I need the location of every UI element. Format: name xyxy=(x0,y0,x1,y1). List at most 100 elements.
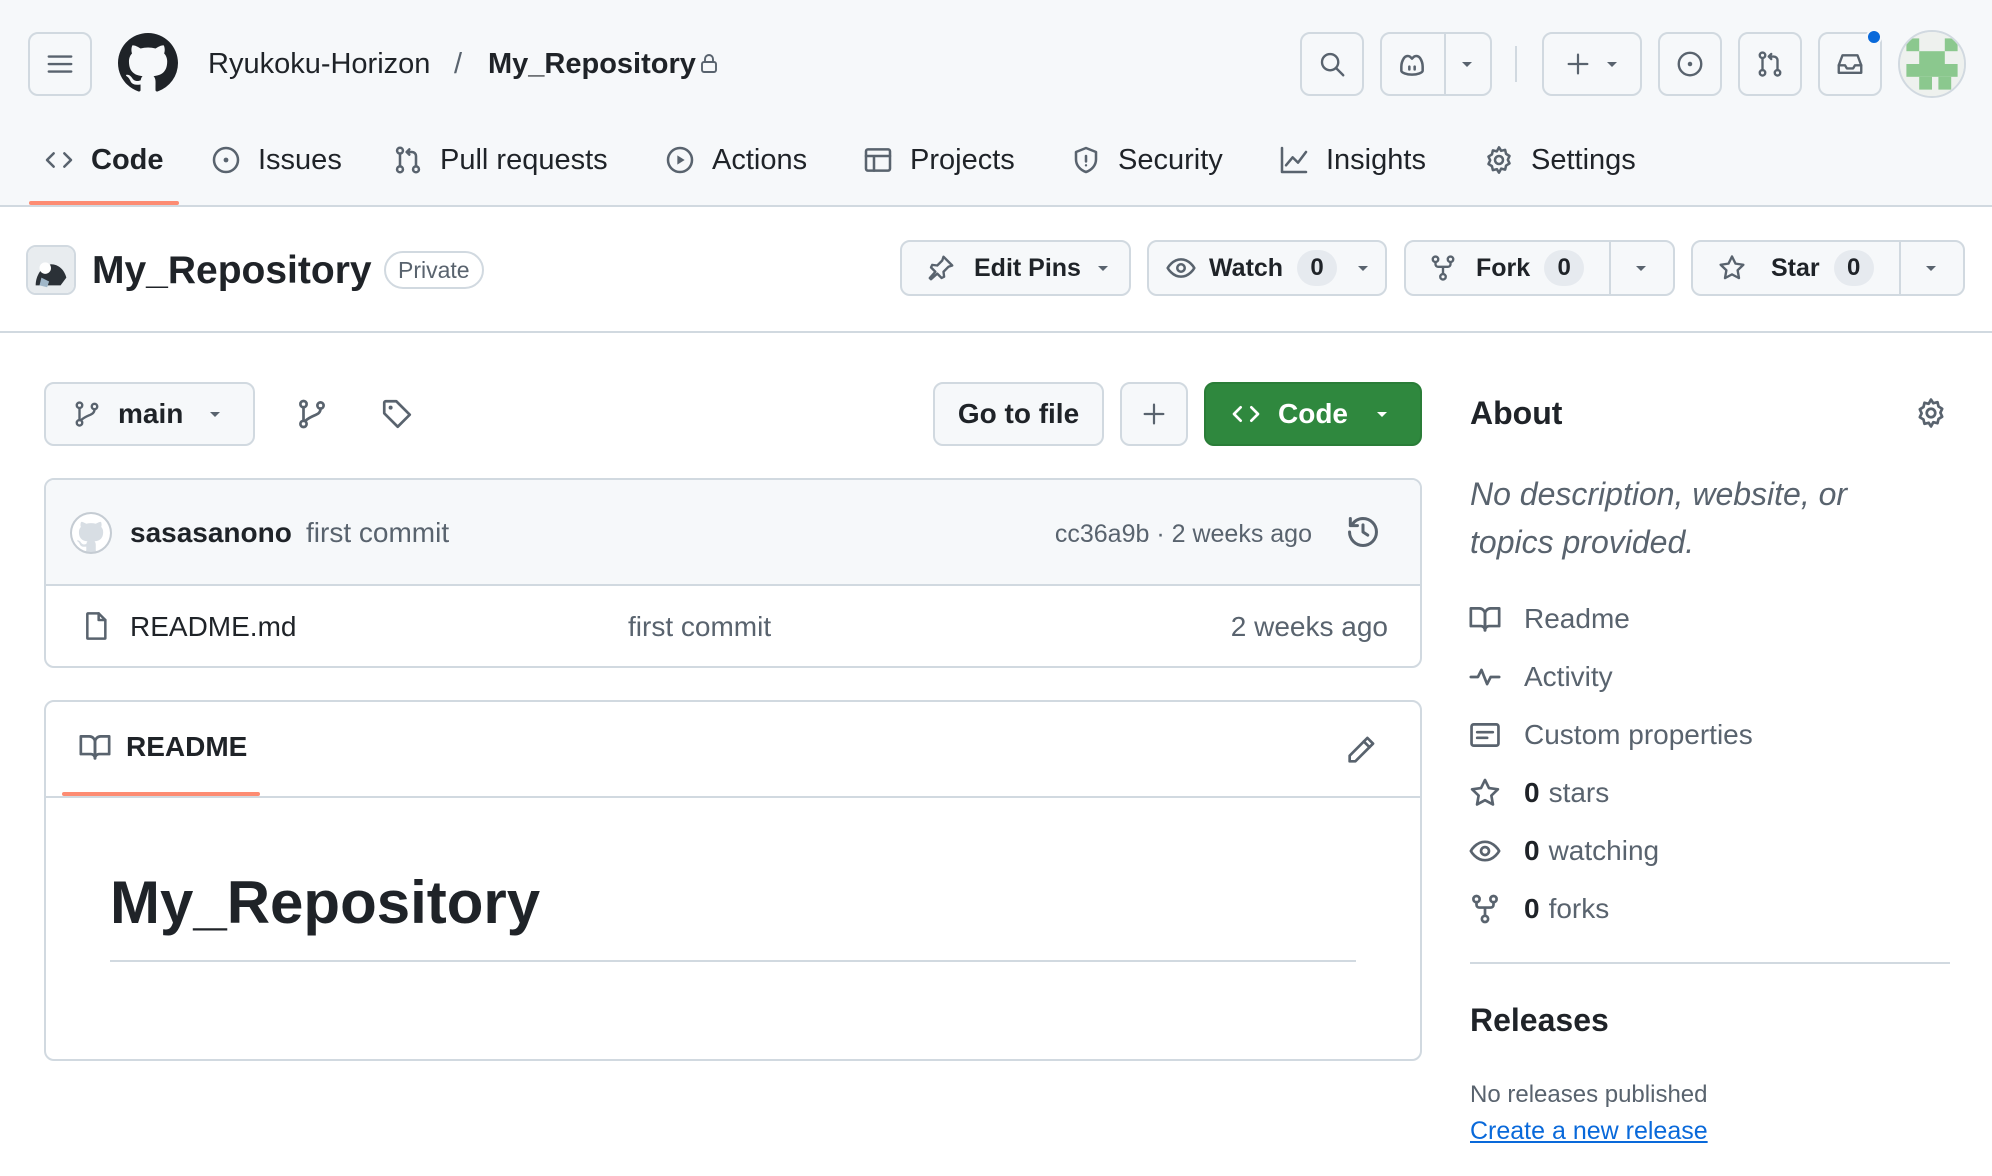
pencil-icon xyxy=(1348,736,1375,763)
commit-meta: cc36a9b · 2 weeks ago xyxy=(1055,518,1312,550)
repo-link[interactable]: My_Repository xyxy=(488,46,696,82)
repo-owner-avatar[interactable] xyxy=(26,245,76,295)
eye-icon xyxy=(1469,840,1501,862)
commit-author[interactable]: sasasanono xyxy=(130,516,292,550)
code-icon xyxy=(1232,406,1260,422)
create-new-button[interactable] xyxy=(1542,32,1642,96)
about-stat-forks[interactable]: 0 forks xyxy=(1468,889,1609,929)
readme-panel: README My_Repository xyxy=(44,700,1422,1061)
tab-actions[interactable]: Actions xyxy=(664,138,807,182)
tab-pull-requests[interactable]: Pull requests xyxy=(392,138,608,182)
selected-tab-indicator xyxy=(29,201,179,205)
readme-heading: My_Repository xyxy=(110,869,541,936)
readme-tab-label: README xyxy=(126,731,248,762)
lock-icon xyxy=(701,54,717,73)
stars-label: stars xyxy=(1548,777,1610,808)
book-icon xyxy=(79,735,111,760)
owner-link[interactable]: Ryukoku-Horizon xyxy=(208,46,430,82)
commit-message[interactable]: first commit xyxy=(306,516,449,550)
readme-tab-indicator xyxy=(62,792,260,796)
sidebar-divider xyxy=(1470,962,1950,964)
branches-link[interactable] xyxy=(295,397,329,431)
watch-count: 0 xyxy=(1297,250,1338,286)
readme-tab[interactable]: README xyxy=(78,730,247,764)
commit-history-button[interactable] xyxy=(1344,513,1382,551)
branch-selector[interactable]: main xyxy=(44,382,255,446)
about-link-label: Readme xyxy=(1524,603,1630,634)
edit-pins-button[interactable]: Edit Pins xyxy=(900,240,1131,296)
commit-author-avatar[interactable] xyxy=(70,512,112,554)
issues-button[interactable] xyxy=(1658,32,1722,96)
add-file-button[interactable] xyxy=(1120,382,1188,446)
tab-label: Code xyxy=(91,143,164,176)
pin-icon xyxy=(928,255,954,281)
repo-title[interactable]: My_Repository xyxy=(92,248,372,294)
search-button[interactable] xyxy=(1300,32,1364,96)
about-link-readme[interactable]: Readme xyxy=(1468,599,1630,639)
watch-button[interactable]: Watch 0 xyxy=(1147,240,1387,296)
about-stat-stars[interactable]: 0 stars xyxy=(1468,773,1609,813)
tab-issues[interactable]: Issues xyxy=(210,138,342,182)
tags-link[interactable] xyxy=(380,397,414,431)
star-button[interactable]: Star 0 xyxy=(1691,240,1965,296)
fork-label: Fork xyxy=(1476,253,1531,282)
file-name[interactable]: README.md xyxy=(130,610,296,644)
tab-insights[interactable]: Insights xyxy=(1278,138,1426,182)
plus-icon xyxy=(1143,403,1165,425)
about-link-label: Custom properties xyxy=(1524,719,1753,750)
triangle-down-icon xyxy=(1358,266,1369,271)
copilot-icon xyxy=(1400,54,1425,76)
triangle-down-icon xyxy=(1097,266,1108,271)
global-header: Ryukoku-Horizon / My_Repository Code Iss… xyxy=(0,0,1992,207)
file-commit-message[interactable]: first commit xyxy=(628,610,771,644)
tab-label: Insights xyxy=(1326,143,1426,176)
edit-pins-label: Edit Pins xyxy=(974,253,1081,282)
file-list: sasasanono first commit cc36a9b · 2 week… xyxy=(44,478,1422,668)
commit-hash[interactable]: cc36a9b xyxy=(1055,520,1150,548)
code-button-label: Code xyxy=(1278,398,1348,429)
tag-icon xyxy=(382,399,412,429)
github-logo[interactable] xyxy=(118,33,178,93)
tab-code[interactable]: Code xyxy=(43,138,164,182)
inbox-icon xyxy=(1837,54,1863,74)
avatar[interactable] xyxy=(1898,30,1966,98)
create-release-link[interactable]: Create a new release xyxy=(1470,1115,1708,1147)
star-icon xyxy=(1470,778,1500,806)
edit-readme-button[interactable] xyxy=(1344,733,1378,767)
commit-meta-separator: · xyxy=(1156,520,1165,548)
watch-label: Watch xyxy=(1209,253,1284,282)
commit-time: 2 weeks ago xyxy=(1171,520,1312,548)
menu-button[interactable] xyxy=(28,32,92,96)
plus-icon xyxy=(1567,53,1589,75)
fork-dropdown[interactable] xyxy=(1609,242,1673,294)
releases-heading[interactable]: Releases xyxy=(1470,1000,1609,1040)
code-dropdown-button[interactable]: Code xyxy=(1204,382,1422,446)
tab-label: Actions xyxy=(712,143,808,176)
book-icon xyxy=(1469,607,1501,632)
about-link-activity[interactable]: Activity xyxy=(1468,657,1613,697)
about-stat-watching[interactable]: 0 watching xyxy=(1468,831,1659,871)
star-dropdown[interactable] xyxy=(1899,242,1963,294)
eye-icon xyxy=(1166,258,1196,278)
file-row[interactable]: README.md first commit 2 weeks ago xyxy=(46,586,1420,666)
about-settings-button[interactable] xyxy=(1914,396,1948,430)
star-icon xyxy=(1719,255,1745,280)
star-label: Star xyxy=(1771,253,1820,282)
repo-forked-icon xyxy=(1472,894,1498,924)
about-link-custom-properties[interactable]: Custom properties xyxy=(1468,715,1753,755)
go-to-file-label: Go to file xyxy=(957,398,1080,429)
tab-label: Issues xyxy=(258,143,342,176)
fork-button[interactable]: Fork 0 xyxy=(1404,240,1675,296)
tab-projects[interactable]: Projects xyxy=(862,138,1015,182)
fork-count: 0 xyxy=(1544,250,1585,286)
forks-count: 0 xyxy=(1524,893,1540,924)
tab-security[interactable]: Security xyxy=(1070,138,1223,182)
git-pull-request-icon xyxy=(395,146,421,174)
go-to-file-button[interactable]: Go to file xyxy=(933,382,1104,446)
gear-icon xyxy=(1918,398,1944,428)
note-icon xyxy=(1470,723,1500,747)
copilot-button[interactable] xyxy=(1380,32,1492,96)
tab-settings[interactable]: Settings xyxy=(1483,138,1636,182)
about-description: No description, website, or topics provi… xyxy=(1470,476,1848,560)
pull-requests-button[interactable] xyxy=(1738,32,1802,96)
